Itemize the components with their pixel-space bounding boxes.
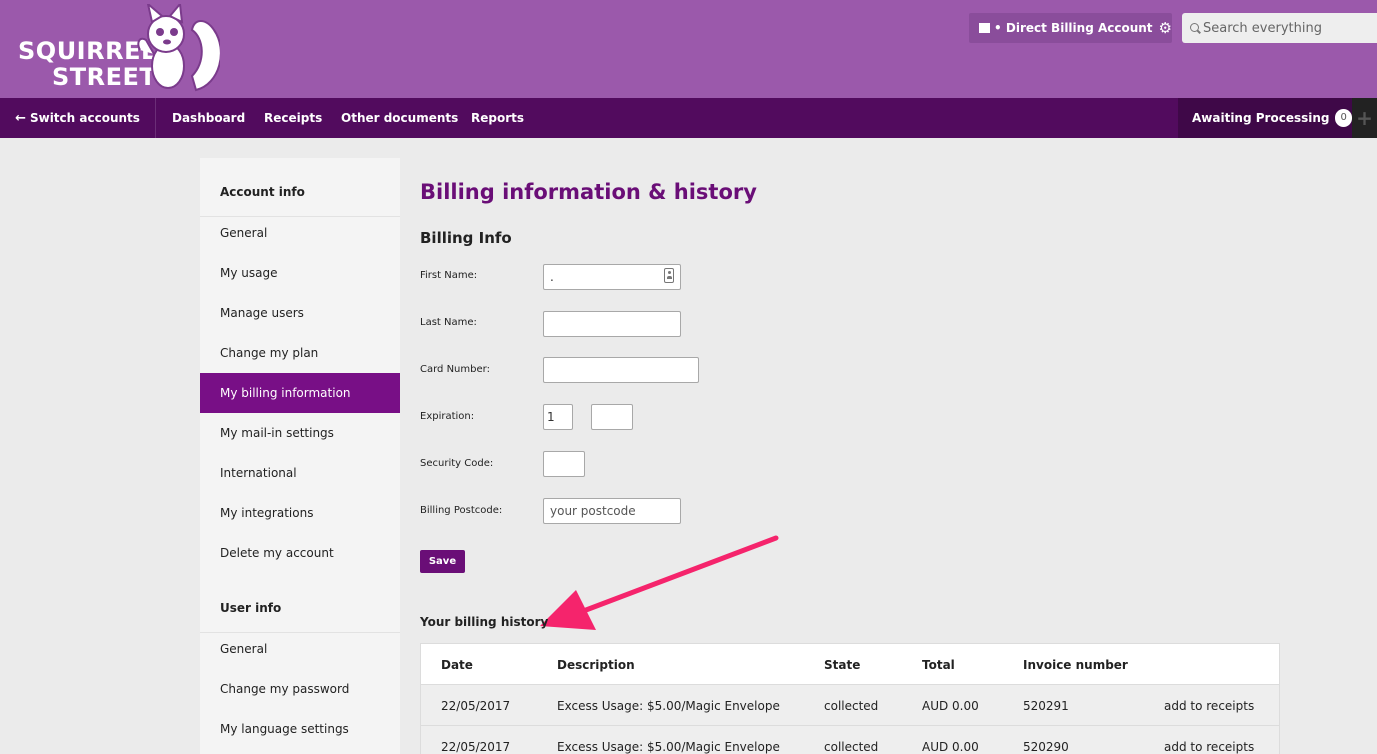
sidebar-item-delete-account[interactable]: Delete my account <box>200 533 400 573</box>
column-header-date: Date <box>441 657 473 672</box>
save-button[interactable]: Save <box>420 550 465 573</box>
sidebar-item-change-plan[interactable]: Change my plan <box>200 333 400 373</box>
column-header-invoice-number: Invoice number <box>1023 657 1128 672</box>
card-number-input[interactable] <box>543 357 699 383</box>
switch-accounts-link[interactable]: ← Switch accounts <box>0 98 156 138</box>
switch-accounts-label: Switch accounts <box>29 111 140 125</box>
awaiting-processing-button[interactable]: Awaiting Processing 0 <box>1178 98 1352 138</box>
cell-date: 22/05/2017 <box>441 698 511 713</box>
nav-receipts[interactable]: Receipts <box>264 98 322 138</box>
sidebar-item-international[interactable]: International <box>200 453 400 493</box>
table-header-row: Date Description State Total Invoice num… <box>421 644 1279 685</box>
sidebar-item-my-usage[interactable]: My usage <box>200 253 400 293</box>
sidebar-item-change-password[interactable]: Change my password <box>200 669 400 709</box>
table-row: 22/05/2017 Excess Usage: $5.00/Magic Env… <box>421 726 1279 754</box>
card-number-label: Card Number: <box>420 364 490 375</box>
table-row: 22/05/2017 Excess Usage: $5.00/Magic Env… <box>421 685 1279 726</box>
billing-postcode-input[interactable] <box>543 498 681 524</box>
gear-icon[interactable]: ⚙ <box>1159 20 1172 36</box>
last-name-label: Last Name: <box>420 317 477 328</box>
account-label: • Direct Billing Account <box>994 21 1153 35</box>
billing-info-heading: Billing Info <box>420 229 512 247</box>
search-icon <box>1190 22 1201 34</box>
sidebar-item-user-general[interactable]: General <box>200 629 400 669</box>
cell-description: Excess Usage: $5.00/Magic Envelope <box>557 739 780 754</box>
squirrel-mascot-icon <box>137 4 220 92</box>
page-title: Billing information & history <box>420 180 757 204</box>
cell-state: collected <box>824 698 879 713</box>
sidebar-item-language-settings[interactable]: My language settings <box>200 709 400 749</box>
column-header-description: Description <box>557 657 635 672</box>
awaiting-count-badge: 0 <box>1335 109 1352 127</box>
account-switcher[interactable]: • Direct Billing Account ⚙ <box>969 13 1172 43</box>
cell-date: 22/05/2017 <box>441 739 511 754</box>
billing-postcode-label: Billing Postcode: <box>420 505 503 516</box>
security-code-input[interactable] <box>543 451 585 477</box>
contact-card-icon[interactable] <box>664 268 674 283</box>
nav-reports[interactable]: Reports <box>471 98 524 138</box>
last-name-input[interactable] <box>543 311 681 337</box>
app-header: SQUIRREL STREET • Direct Billing Account… <box>0 0 1377 98</box>
cell-invoice-number: 520290 <box>1023 739 1069 754</box>
expiration-month-input[interactable] <box>543 404 573 430</box>
redacted-account-name <box>979 23 991 33</box>
search-input[interactable] <box>1203 20 1373 36</box>
cell-description: Excess Usage: $5.00/Magic Envelope <box>557 698 780 713</box>
awaiting-processing-label: Awaiting Processing <box>1192 111 1330 125</box>
first-name-input[interactable] <box>543 264 681 290</box>
search-bar[interactable] <box>1182 13 1377 43</box>
nav-dashboard[interactable]: Dashboard <box>172 98 245 138</box>
column-header-state: State <box>824 657 861 672</box>
add-to-receipts-link[interactable]: add to receipts <box>1164 685 1254 726</box>
billing-history-heading: Your billing history <box>420 615 549 629</box>
billing-history-table: Date Description State Total Invoice num… <box>420 643 1280 754</box>
column-header-total: Total <box>922 657 955 672</box>
cell-invoice-number: 520291 <box>1023 698 1069 713</box>
sidebar-item-manage-users[interactable]: Manage users <box>200 293 400 333</box>
settings-sidebar: Account info General My usage Manage use… <box>200 158 400 754</box>
sidebar-item-billing-information[interactable]: My billing information <box>200 373 400 413</box>
security-code-label: Security Code: <box>420 458 494 469</box>
sidebar-heading-user-info: User info <box>200 583 400 633</box>
arrow-left-icon: ← <box>15 110 26 126</box>
cell-total: AUD 0.00 <box>922 698 979 713</box>
cell-total: AUD 0.00 <box>922 739 979 754</box>
annotation-arrow-icon <box>540 535 779 630</box>
main-nav: ← Switch accounts Dashboard Receipts Oth… <box>0 98 1377 138</box>
add-to-receipts-link[interactable]: add to receipts <box>1164 726 1254 754</box>
expiration-label: Expiration: <box>420 411 475 422</box>
sidebar-item-mail-in-settings[interactable]: My mail-in settings <box>200 413 400 453</box>
nav-other-documents[interactable]: Other documents <box>341 98 458 138</box>
expiration-year-input[interactable] <box>591 404 633 430</box>
sidebar-item-integrations[interactable]: My integrations <box>200 493 400 533</box>
squirrel-street-logo[interactable]: SQUIRREL STREET <box>16 4 221 94</box>
first-name-label: First Name: <box>420 270 478 281</box>
sidebar-heading-account-info: Account info <box>200 167 400 217</box>
sidebar-item-general[interactable]: General <box>200 213 400 253</box>
cell-state: collected <box>824 739 879 754</box>
add-button[interactable]: + <box>1352 98 1377 138</box>
